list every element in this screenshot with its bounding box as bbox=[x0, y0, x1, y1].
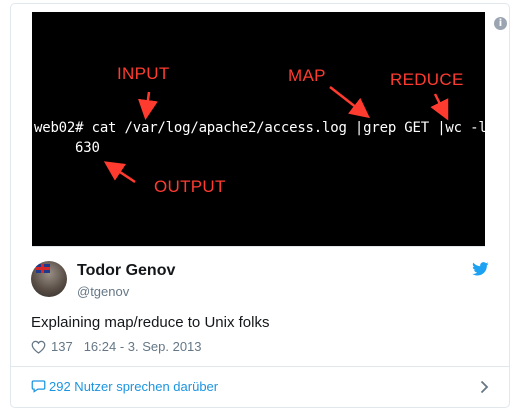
avatar-flag-icon bbox=[36, 264, 50, 273]
reply-bubble-icon bbox=[31, 380, 46, 393]
label-output: OUTPUT bbox=[154, 177, 226, 196]
conversation-link[interactable]: 292 Nutzer sprechen darüber bbox=[49, 379, 218, 394]
author-handle[interactable]: @tgenov bbox=[77, 284, 129, 299]
avatar[interactable] bbox=[31, 261, 67, 297]
tweet-timestamp[interactable]: 16:24 - 3. Sep. 2013 bbox=[84, 339, 202, 354]
author-display-name[interactable]: Todor Genov bbox=[77, 262, 175, 280]
like-count[interactable]: 137 bbox=[51, 339, 73, 354]
tweet-footer[interactable]: 292 Nutzer sprechen darüber bbox=[11, 367, 509, 407]
info-icon[interactable]: i bbox=[494, 17, 507, 30]
terminal-command-line: web02# cat /var/log/apache2/access.log |… bbox=[34, 120, 487, 136]
label-input: INPUT bbox=[117, 64, 170, 83]
chevron-right-icon[interactable] bbox=[480, 380, 489, 394]
label-map: MAP bbox=[288, 66, 326, 85]
embedded-tweet-card: INPUT MAP REDUCE OUTPUT web02# cat /var/… bbox=[10, 3, 510, 408]
tweet-media-image[interactable]: INPUT MAP REDUCE OUTPUT web02# cat /var/… bbox=[32, 12, 487, 247]
heart-icon[interactable] bbox=[31, 340, 46, 354]
twitter-bird-icon[interactable] bbox=[472, 262, 489, 276]
terminal-output-value: 630 bbox=[75, 140, 100, 156]
tweet-meta: 137 16:24 - 3. Sep. 2013 bbox=[31, 339, 202, 354]
label-reduce: REDUCE bbox=[390, 70, 464, 89]
tweet-text: Explaining map/reduce to Unix folks bbox=[31, 314, 270, 331]
